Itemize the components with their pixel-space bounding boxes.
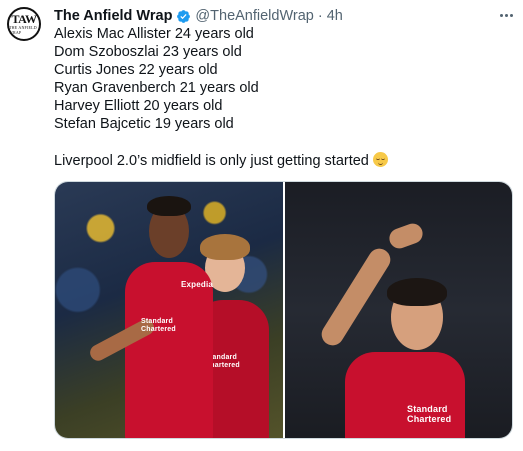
author-handle[interactable]: @TheAnfieldWrap: [195, 8, 313, 24]
tweet-closing-line: Liverpool 2.0’s midfield is only just ge…: [54, 151, 514, 170]
sponsor-text: Standard Chartered: [141, 318, 176, 333]
relieved-face-emoji-icon: [372, 151, 388, 167]
tweet-header: The Anfield Wrap @TheAnfieldWrap · 4h: [54, 6, 343, 26]
photo-player-waving[interactable]: Standard Chartered: [285, 182, 512, 438]
separator-dot: ·: [317, 8, 323, 24]
photo-players-celebrating[interactable]: Standard Chartered Expedia Standard Char…: [55, 182, 283, 438]
closing-text: Liverpool 2.0’s midfield is only just ge…: [54, 152, 369, 169]
tweet-text: Alexis Mac Allister 24 years old Dom Szo…: [54, 25, 514, 170]
avatar-subtext: THE ANFIELD WRAP: [9, 24, 37, 35]
tweet-line: Alexis Mac Allister 24 years old: [54, 26, 254, 42]
sponsor-text: Expedia: [181, 280, 214, 289]
tweet-line: Stefan Bajcetic 19 years old: [54, 116, 234, 133]
verified-badge-icon: [177, 9, 191, 23]
tweet-line: Harvey Elliott 20 years old: [54, 98, 223, 115]
tweet-line: Ryan Gravenberch 21 years old: [54, 80, 259, 97]
tweet-timestamp[interactable]: 4h: [327, 8, 343, 24]
media-grid: Standard Chartered Expedia Standard Char…: [54, 181, 513, 439]
sponsor-text: Standard Chartered: [407, 404, 452, 424]
avatar-monogram: TAW: [11, 11, 37, 26]
tweet-line: Curtis Jones 22 years old: [54, 62, 218, 79]
tweet-line: Dom Szoboszlai 23 years old: [54, 44, 242, 61]
more-options-icon[interactable]: [496, 6, 516, 24]
avatar[interactable]: TAW THE ANFIELD WRAP: [7, 7, 41, 41]
author-name[interactable]: The Anfield Wrap: [54, 8, 172, 24]
